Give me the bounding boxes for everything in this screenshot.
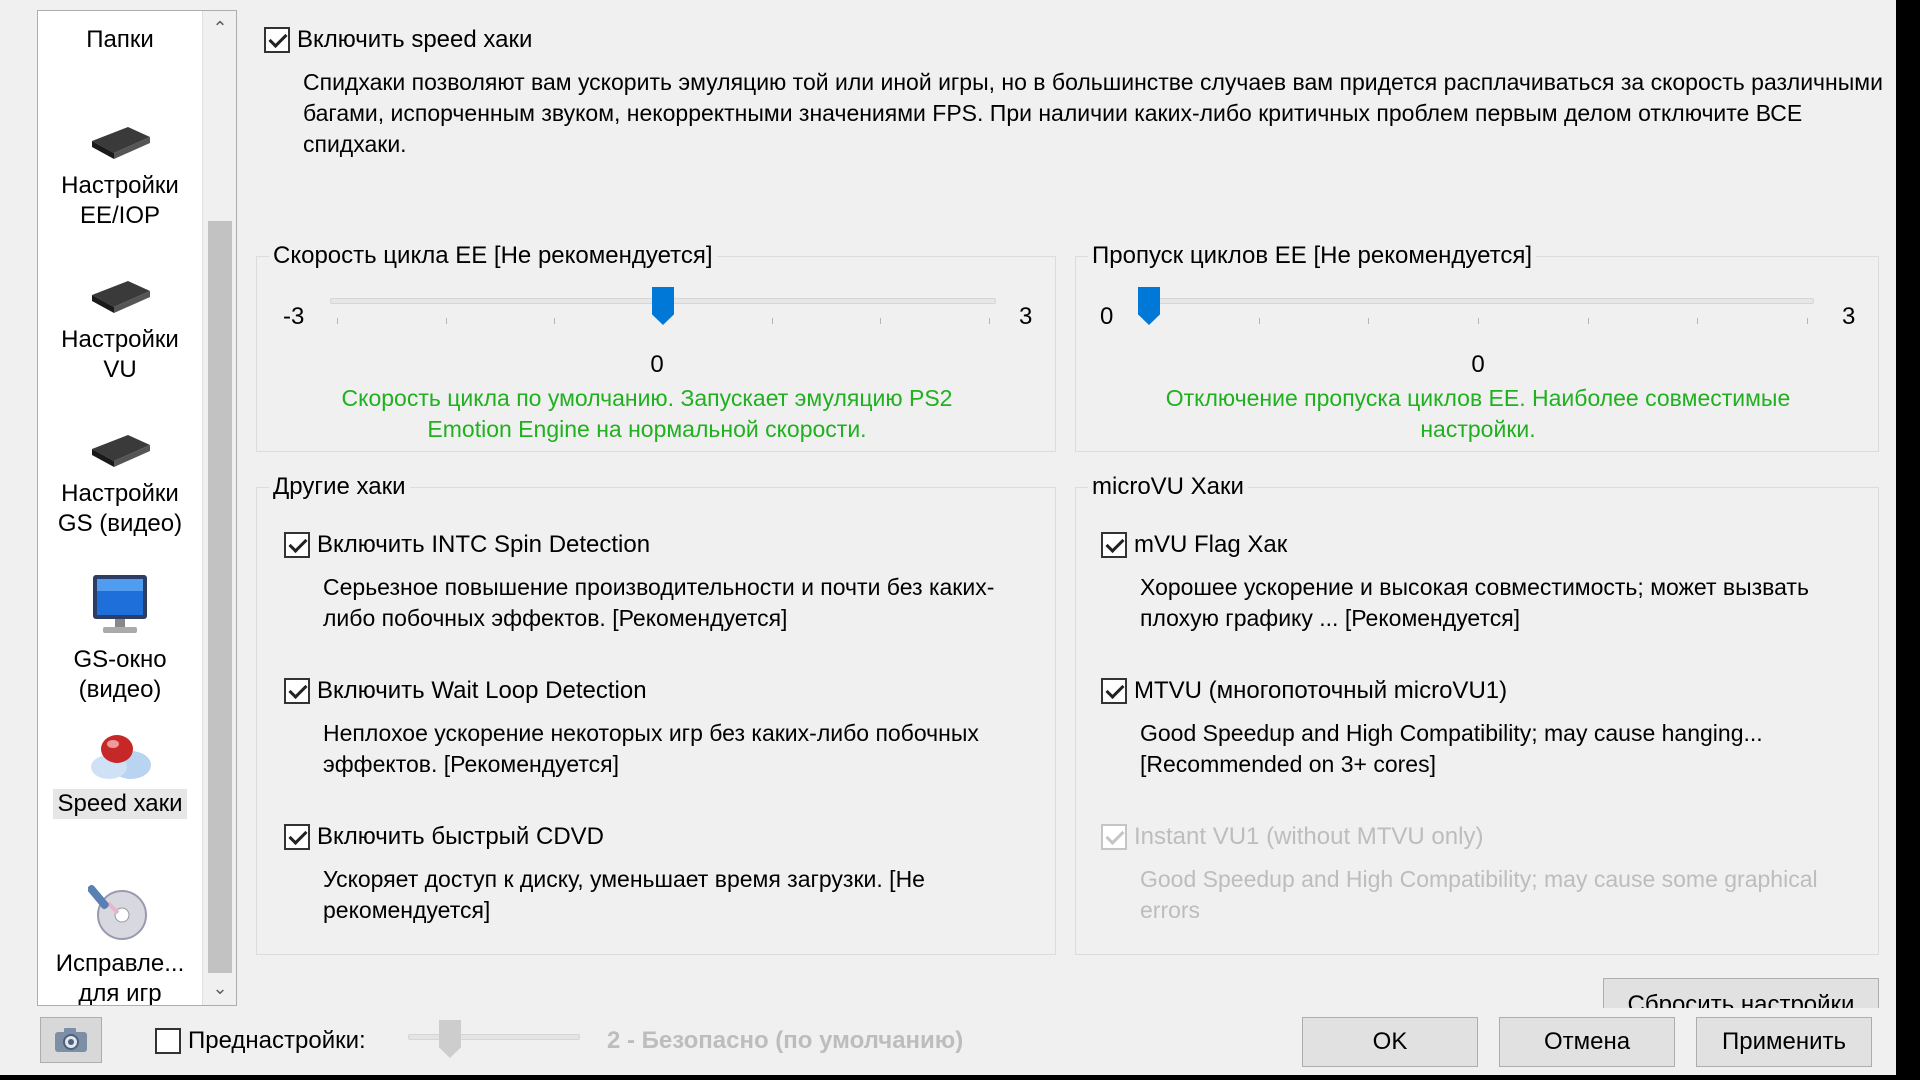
slider-tick — [337, 318, 338, 324]
slider-tick — [1697, 318, 1699, 324]
screenshot-button[interactable] — [40, 1017, 102, 1063]
instant-vu1-label: Instant VU1 (without MTVU only) — [1134, 823, 1484, 850]
ee-cycleskip-description: Отключение пропуска циклов EE. Наиболее … — [1165, 385, 1791, 442]
ok-button[interactable]: OK — [1302, 1017, 1478, 1067]
other-hacks-group: Другие хаки Включить INTC Spin Detection… — [256, 472, 1056, 955]
sidebar-item-ee-iop[interactable]: Настройки EE/IOP — [38, 119, 202, 231]
sidebar-header: Папки — [86, 26, 154, 53]
ee-cycleskip-max-label: 3 — [1842, 303, 1856, 330]
scroll-up-icon[interactable]: ⌃ — [203, 11, 236, 45]
enable-speedhacks-checkbox[interactable] — [264, 27, 290, 53]
ee-cycleskip-group: Пропуск циклов EE [Не рекомендуется] 0 3… — [1075, 241, 1879, 452]
settings-window: Папки Настройки EE/IOP Настройки VU Наст… — [0, 0, 1896, 1075]
slider-tick — [445, 318, 447, 324]
pill-icon — [91, 735, 151, 779]
sidebar-item-speedhacks[interactable]: Speed хаки — [38, 729, 202, 819]
slider-tick — [554, 318, 556, 324]
ee-cyclerate-max-label: 3 — [1019, 303, 1033, 330]
wait-loop-label: Включить Wait Loop Detection — [317, 677, 647, 704]
slider-tick — [1258, 318, 1260, 324]
ee-cyclerate-min-label: -3 — [283, 303, 305, 330]
ee-cycleskip-value: 0 — [1471, 351, 1485, 378]
presets-value: 2 - Безопасно (по умолчанию) — [607, 1027, 964, 1054]
slider-tick — [1368, 318, 1370, 324]
reset-settings-button[interactable]: Сбросить настройки — [1603, 978, 1879, 1008]
scroll-down-icon[interactable]: ⌄ — [203, 971, 236, 1005]
instant-vu1-checkbox[interactable] — [1101, 824, 1127, 850]
presets-label: Преднастройки: — [188, 1027, 366, 1054]
fast-cdvd-label: Включить быстрый CDVD — [317, 823, 604, 850]
speedhacks-description: Спидхаки позволяют вам ускорить эмуляцию… — [303, 69, 1883, 157]
window-edge — [1896, 0, 1920, 1080]
mtvu-checkbox[interactable] — [1101, 678, 1127, 704]
ee-cyclerate-group: Скорость цикла EE [Не рекомендуется] -3 … — [256, 241, 1056, 452]
microvu-hacks-title: microVU Хаки — [1088, 472, 1248, 502]
presets-slider-track[interactable] — [408, 1034, 580, 1040]
intc-spin-checkbox[interactable] — [284, 532, 310, 558]
wait-loop-description: Неплохое ускорение некоторых игр без как… — [323, 720, 979, 777]
slider-tick — [1807, 318, 1808, 324]
chip-icon — [92, 435, 150, 467]
apply-button[interactable]: Применить — [1696, 1017, 1872, 1067]
enable-speedhacks-label: Включить speed хаки — [297, 26, 533, 53]
mtvu-description: Good Speedup and High Compatibility; may… — [1140, 720, 1763, 777]
other-hacks-title: Другие хаки — [269, 472, 410, 502]
presets-checkbox[interactable] — [155, 1028, 181, 1054]
ee-cycleskip-title: Пропуск циклов EE [Не рекомендуется] — [1088, 241, 1537, 271]
wait-loop-checkbox[interactable] — [284, 678, 310, 704]
ee-cycleskip-slider-track[interactable] — [1142, 298, 1814, 304]
chip-icon — [92, 127, 150, 159]
slider-tick — [880, 318, 882, 324]
disc-icon — [88, 884, 147, 940]
scrollbar-thumb[interactable] — [208, 221, 232, 973]
presets-slider-thumb[interactable] — [439, 1020, 461, 1058]
slider-tick — [989, 318, 990, 324]
intc-spin-label: Включить INTC Spin Detection — [317, 531, 651, 558]
microvu-hacks-group: microVU Хаки mVU Flag Хак Хорошее ускоре… — [1075, 472, 1879, 955]
reset-button-clip: Сбросить настройки — [1603, 978, 1879, 1008]
mtvu-label: MTVU (многопоточный microVU1) — [1134, 677, 1508, 704]
chip-icon — [92, 281, 150, 313]
ee-cyclerate-value: 0 — [650, 351, 664, 378]
camera-icon — [55, 1028, 87, 1052]
ee-cycleskip-slider-thumb[interactable] — [1138, 287, 1160, 325]
fast-cdvd-checkbox[interactable] — [284, 824, 310, 850]
slider-tick — [771, 318, 773, 324]
ee-cyclerate-slider-thumb[interactable] — [652, 287, 674, 325]
sidebar-item-gs-window[interactable]: GS-окно (видео) — [38, 573, 202, 705]
sidebar-scrollbar[interactable]: ⌃ ⌄ — [202, 11, 236, 1005]
mvu-flag-checkbox[interactable] — [1101, 532, 1127, 558]
intc-spin-description: Серьезное повышение производительности и… — [323, 574, 995, 631]
mvu-flag-description: Хорошее ускорение и высокая совместимост… — [1140, 574, 1809, 631]
ee-cyclerate-title: Скорость цикла EE [Не рекомендуется] — [269, 241, 717, 271]
sidebar-item-gamefixes[interactable]: Исправле... для игр — [38, 879, 202, 1005]
slider-tick — [1478, 318, 1479, 324]
slider-tick — [1587, 318, 1589, 324]
sidebar-item-vu[interactable]: Настройки VU — [38, 273, 202, 385]
ee-cycleskip-min-label: 0 — [1100, 303, 1114, 330]
instant-vu1-description: Good Speedup and High Compatibility; may… — [1140, 866, 1818, 923]
sidebar-item-gs[interactable]: Настройки GS (видео) — [38, 427, 202, 539]
monitor-icon — [93, 575, 147, 633]
cancel-button[interactable]: Отмена — [1499, 1017, 1675, 1067]
ee-cyclerate-description: Скорость цикла по умолчанию. Запускает э… — [341, 385, 953, 442]
fast-cdvd-description: Ускоряет доступ к диску, уменьшает время… — [323, 866, 925, 923]
mvu-flag-label: mVU Flag Хак — [1134, 531, 1288, 558]
sidebar: Папки Настройки EE/IOP Настройки VU Наст… — [37, 10, 237, 1006]
